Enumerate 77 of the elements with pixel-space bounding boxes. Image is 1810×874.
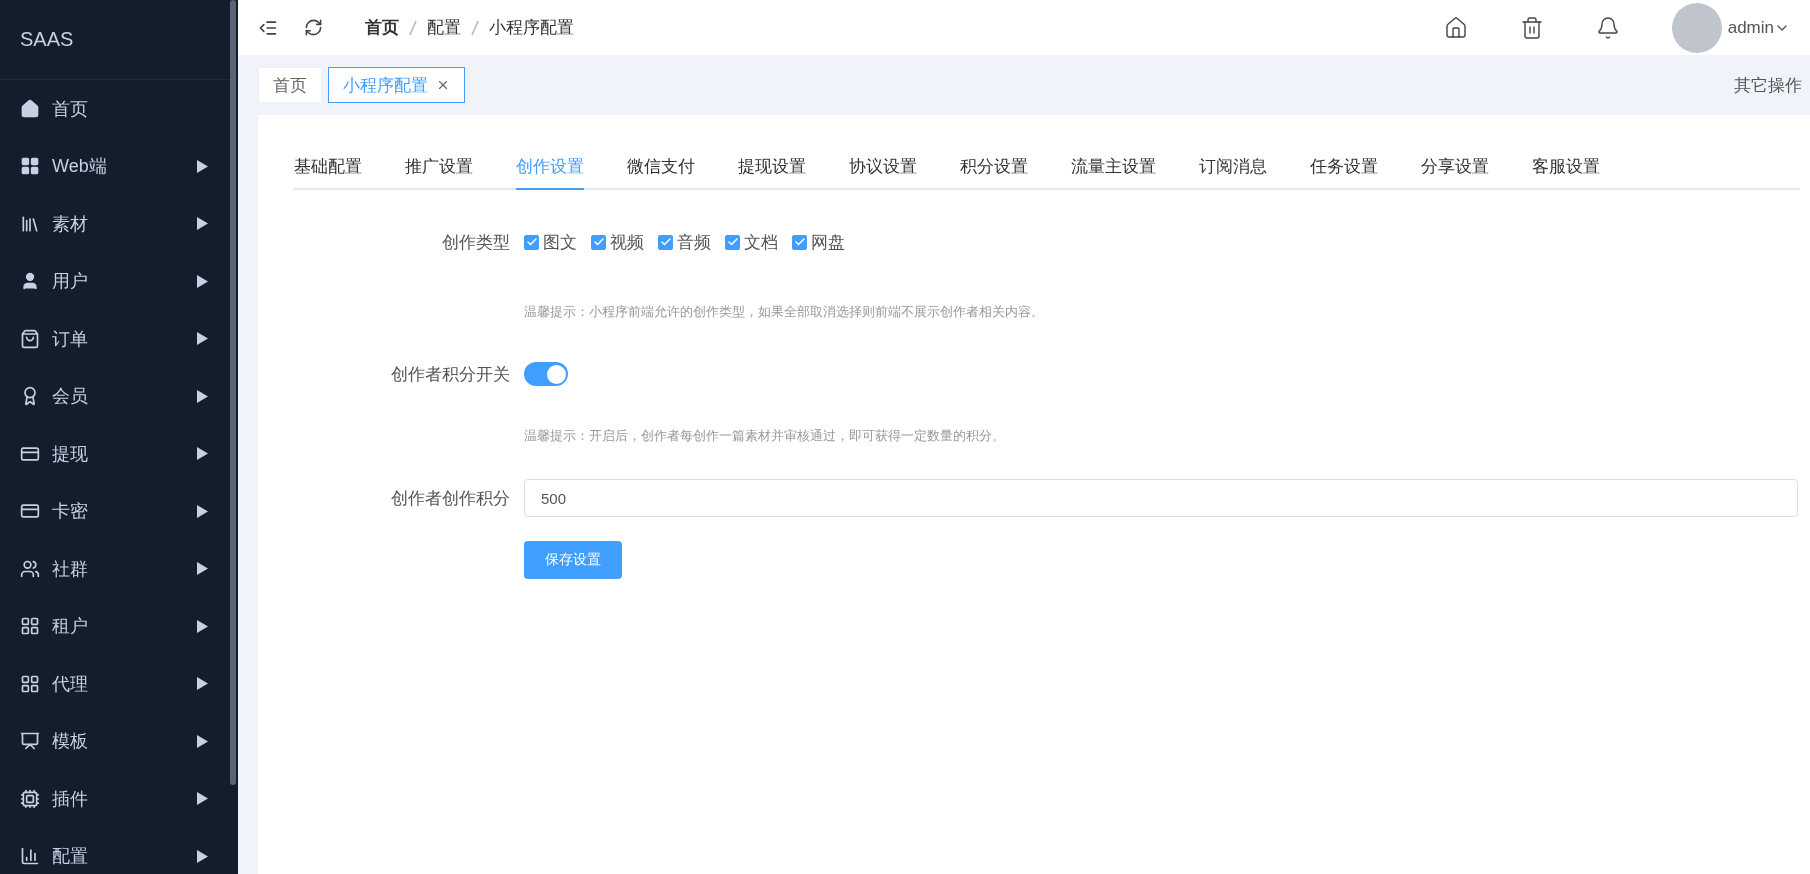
field-label: 创作者积分开关 — [390, 363, 511, 386]
caret-icon — [197, 389, 208, 403]
grid-icon — [20, 156, 40, 177]
caret-icon — [197, 504, 208, 518]
sidebar-item[interactable]: 提现 — [0, 425, 238, 483]
checkbox[interactable] — [524, 234, 539, 250]
breadcrumb-item[interactable]: 首页 — [365, 16, 399, 39]
sidebar-item[interactable]: Web端 — [0, 137, 238, 195]
caret-icon — [197, 619, 208, 633]
close-icon[interactable] — [436, 78, 450, 92]
chip-icon — [20, 788, 40, 809]
input-field[interactable]: 500 — [524, 479, 1798, 517]
caret-icon — [197, 217, 208, 231]
checkbox-option[interactable]: 图文 — [524, 230, 577, 254]
breadcrumb-item: 小程序配置 — [489, 17, 574, 39]
sidebar-item[interactable]: 配置 — [0, 827, 238, 874]
field-label: 创作类型 — [441, 231, 511, 254]
sidebar-item[interactable]: 插件 — [0, 770, 238, 828]
tab[interactable]: 任务设置 — [1310, 147, 1378, 190]
chart-board-icon — [20, 731, 40, 752]
slash-icon — [409, 19, 417, 36]
home-icon — [20, 98, 40, 119]
sidebar-item[interactable]: 卡密 — [0, 482, 238, 540]
tab[interactable]: 订阅消息 — [1199, 147, 1267, 190]
tab[interactable]: 提现设置 — [738, 147, 806, 190]
sidebar-item[interactable]: 素材 — [0, 195, 238, 253]
sidebar-item[interactable]: 社群 — [0, 540, 238, 598]
checkbox[interactable] — [591, 234, 606, 250]
bag-icon — [20, 328, 40, 349]
caret-icon — [197, 159, 208, 173]
caret-icon — [197, 332, 208, 346]
caret-icon — [197, 734, 208, 748]
grid-icon — [20, 616, 40, 637]
caret-icon — [197, 274, 208, 288]
breadcrumb-item[interactable]: 配置 — [427, 16, 461, 39]
grid-icon — [20, 673, 40, 694]
tab[interactable]: 分享设置 — [1421, 147, 1489, 190]
tab[interactable]: 流量主设置 — [1071, 147, 1156, 190]
caret-icon — [197, 562, 208, 576]
caret-icon — [197, 792, 208, 806]
caret-icon — [197, 447, 208, 461]
user-name[interactable]: admin — [1727, 17, 1774, 38]
refresh-icon[interactable] — [304, 18, 323, 37]
checkbox-option[interactable]: 视频 — [591, 230, 644, 254]
sidebar-item[interactable]: 代理 — [0, 655, 238, 713]
slash-icon — [471, 19, 479, 36]
checkbox-option[interactable]: 音频 — [658, 230, 711, 254]
more-actions[interactable]: 其它操作 — [1734, 73, 1802, 97]
sidebar-item[interactable]: 用户 — [0, 252, 238, 310]
trash-icon[interactable] — [1519, 15, 1544, 40]
checkbox-option[interactable]: 文档 — [725, 230, 778, 254]
sidebar-item[interactable]: 订单 — [0, 310, 238, 368]
sidebar-item[interactable]: 租户 — [0, 597, 238, 655]
tab[interactable]: 微信支付 — [627, 147, 695, 190]
toggle-switch[interactable] — [524, 362, 568, 386]
tab[interactable]: 推广设置 — [405, 147, 473, 190]
caret-icon — [197, 677, 208, 691]
tab[interactable]: 协议设置 — [849, 147, 917, 190]
tab[interactable]: 积分设置 — [960, 147, 1028, 190]
checkbox[interactable] — [792, 234, 807, 250]
field-label: 创作者创作积分 — [390, 487, 511, 510]
caret-icon — [197, 849, 208, 863]
home-icon[interactable] — [1443, 15, 1468, 40]
sidebar-item[interactable]: 模板 — [0, 712, 238, 770]
checkbox-option[interactable]: 网盘 — [792, 230, 845, 254]
tab[interactable]: 基础配置 — [294, 147, 362, 190]
tab[interactable]: 客服设置 — [1532, 147, 1600, 190]
bell-icon[interactable] — [1595, 15, 1620, 40]
bar-chart-icon — [20, 846, 40, 867]
checkbox[interactable] — [658, 234, 673, 250]
hint-text: 温馨提示：小程序前端允许的创作类型，如果全部取消选择则前端不展示创作者相关内容。 — [524, 303, 1044, 321]
sidebar-item[interactable]: 会员 — [0, 367, 238, 425]
users-icon — [20, 558, 40, 579]
sidebar-item[interactable]: 首页 — [0, 80, 238, 138]
page-tag[interactable]: 首页 — [258, 67, 322, 103]
checkbox[interactable] — [725, 234, 740, 250]
user-icon — [20, 271, 40, 292]
